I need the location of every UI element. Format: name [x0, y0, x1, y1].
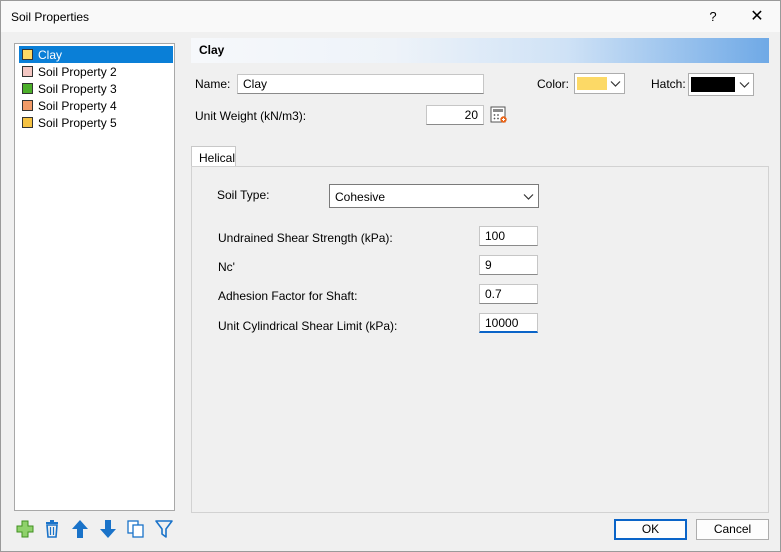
soil-list-label: Soil Property 2: [38, 64, 117, 79]
delete-icon[interactable]: [42, 519, 62, 539]
add-icon[interactable]: [15, 519, 35, 539]
chevron-down-icon: [610, 81, 621, 87]
soil-list-item-clay[interactable]: Clay: [19, 46, 173, 63]
color-swatch: [577, 77, 607, 90]
soil-list-item-soil-property-2[interactable]: Soil Property 2: [19, 63, 173, 80]
unit-weight-label: Unit Weight (kN/m3):: [195, 109, 307, 123]
soil-color-swatch: [22, 117, 33, 128]
soil-color-swatch: [22, 83, 33, 94]
help-button[interactable]: ?: [698, 4, 728, 30]
soil-color-swatch: [22, 66, 33, 77]
title-bar: Soil Properties ? ✕: [1, 1, 780, 32]
filter-icon[interactable]: [154, 519, 174, 539]
soil-list-item-soil-property-4[interactable]: Soil Property 4: [19, 97, 173, 114]
soil-list-label: Soil Property 3: [38, 81, 117, 96]
move-down-icon[interactable]: [98, 519, 118, 539]
name-input[interactable]: [237, 74, 484, 94]
soil-list-label: Soil Property 4: [38, 98, 117, 113]
undrained-shear-strength-input[interactable]: [479, 226, 538, 246]
cancel-button[interactable]: Cancel: [696, 519, 769, 540]
copy-icon[interactable]: [126, 519, 146, 539]
adhesion-factor-label: Adhesion Factor for Shaft:: [218, 289, 358, 303]
unit-cylindrical-shear-limit-input[interactable]: [479, 313, 538, 333]
color-picker[interactable]: [574, 73, 625, 94]
nc-label: Nc': [218, 260, 235, 274]
header-title: Clay: [199, 43, 225, 57]
soil-list-item-soil-property-5[interactable]: Soil Property 5: [19, 114, 173, 131]
hatch-picker[interactable]: [688, 73, 754, 96]
soil-type-value: Cohesive: [335, 190, 386, 204]
soil-list[interactable]: Clay Soil Property 2 Soil Property 3 Soi…: [14, 43, 175, 511]
soil-color-swatch: [22, 100, 33, 111]
unit-weight-input[interactable]: [426, 105, 484, 125]
move-up-icon[interactable]: [70, 519, 90, 539]
helical-panel: [191, 166, 769, 513]
nc-input[interactable]: [479, 255, 538, 275]
window-title: Soil Properties: [11, 10, 90, 24]
calculator-icon[interactable]: [490, 106, 508, 124]
unit-cylindrical-shear-limit-label: Unit Cylindrical Shear Limit (kPa):: [218, 319, 398, 333]
undrained-shear-strength-label: Undrained Shear Strength (kPa):: [218, 231, 393, 245]
soil-list-label: Clay: [38, 47, 63, 62]
tab-label: Helical: [199, 151, 236, 165]
close-button[interactable]: ✕: [742, 4, 772, 30]
hatch-swatch: [691, 77, 735, 92]
soil-type-select[interactable]: Cohesive: [329, 184, 539, 208]
ok-button[interactable]: OK: [614, 519, 687, 540]
soil-list-label: Soil Property 5: [38, 115, 117, 130]
hatch-label: Hatch:: [651, 77, 686, 91]
soil-color-swatch: [22, 49, 33, 60]
soil-type-label: Soil Type:: [217, 188, 270, 202]
name-label: Name:: [195, 77, 231, 91]
tab-helical[interactable]: Helical: [191, 146, 236, 167]
property-header: Clay: [191, 38, 769, 63]
color-label: Color:: [537, 77, 570, 91]
adhesion-factor-input[interactable]: [479, 284, 538, 304]
chevron-down-icon: [739, 82, 750, 88]
chevron-down-icon: [523, 194, 534, 200]
soil-properties-dialog: Soil Properties ? ✕ Clay Soil Property 2…: [0, 0, 781, 552]
soil-list-item-soil-property-3[interactable]: Soil Property 3: [19, 80, 173, 97]
